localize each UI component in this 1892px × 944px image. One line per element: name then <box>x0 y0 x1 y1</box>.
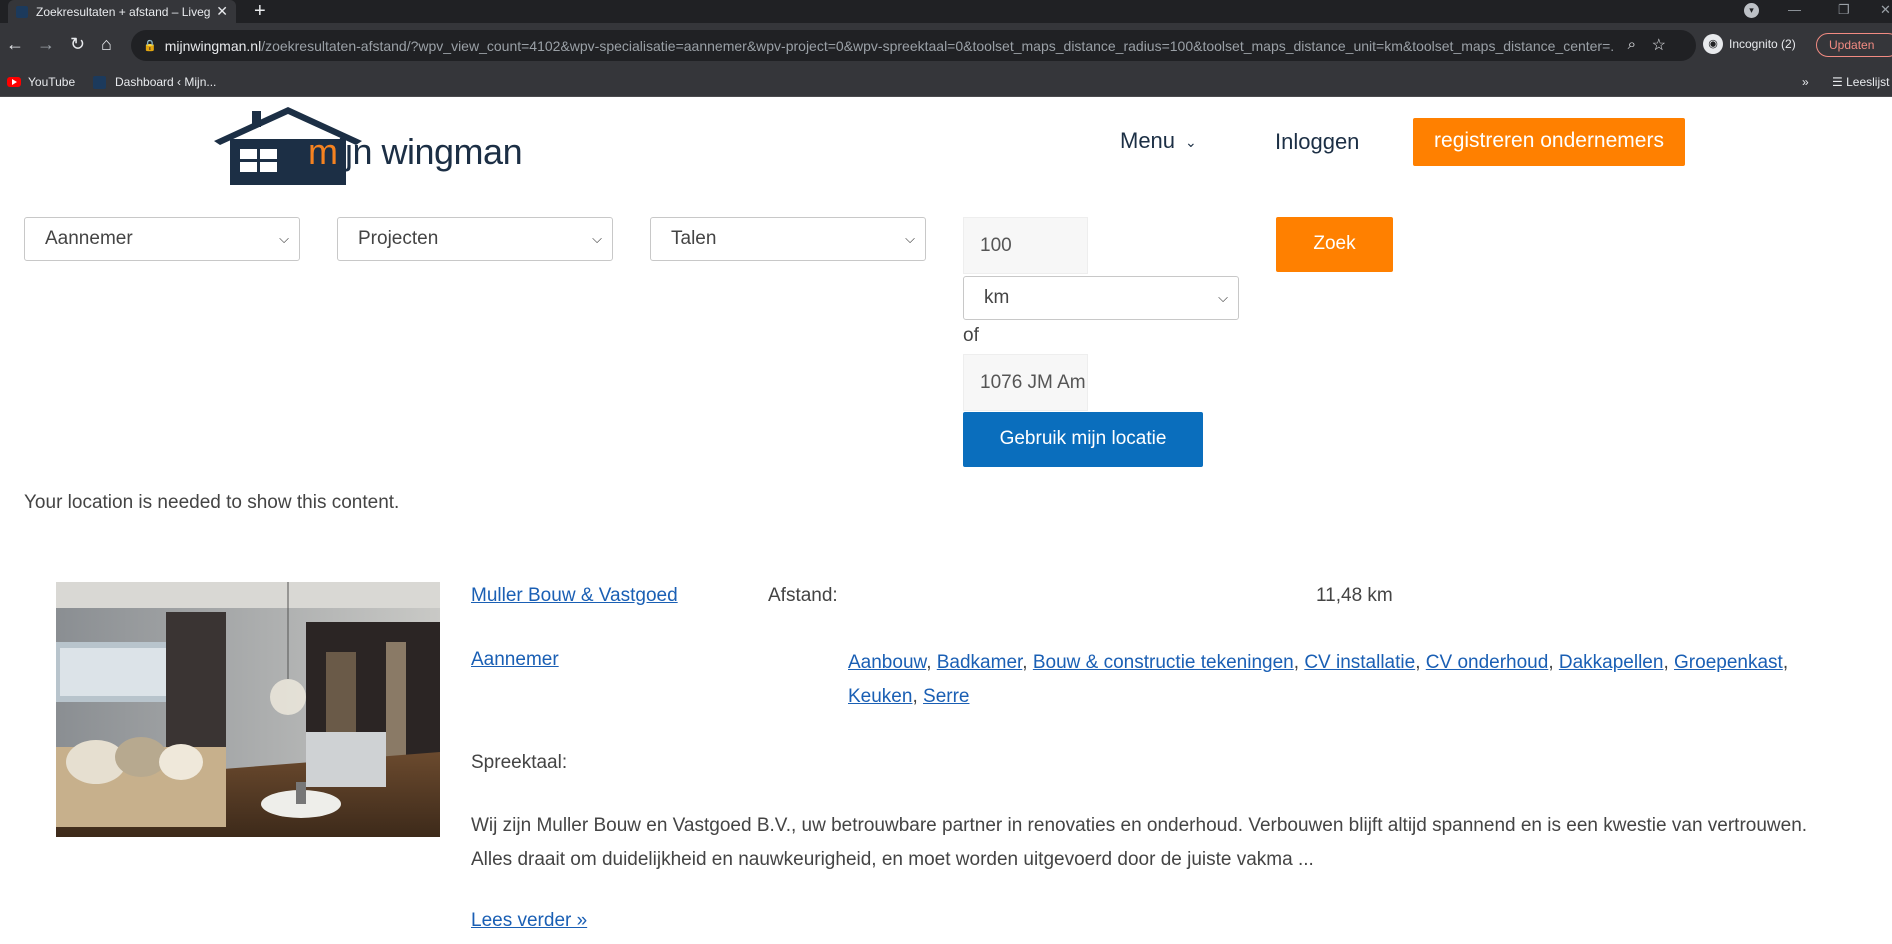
back-icon[interactable]: ← <box>6 34 24 54</box>
lock-icon: 🔒 <box>143 40 157 52</box>
tag-separator: , <box>1663 652 1675 673</box>
projecten-select[interactable]: Projecten ⌵ <box>337 217 613 261</box>
minimize-icon[interactable]: — <box>1788 0 1801 23</box>
home-icon[interactable]: ⌂ <box>101 34 112 54</box>
tag-separator: , <box>1782 652 1789 673</box>
talen-select[interactable]: Talen ⌵ <box>650 217 926 261</box>
chevron-down-icon: ⌵ <box>592 231 602 246</box>
read-more-link[interactable]: Lees verder » <box>471 910 587 932</box>
interior-photo-icon <box>56 582 440 837</box>
browser-toolbar: ← → ↻ ⌂ 🔒 mijnwingman.nl/zoekresultaten-… <box>0 23 1892 68</box>
address-bar[interactable]: 🔒 mijnwingman.nl/zoekresultaten-afstand/… <box>131 30 1696 61</box>
location-input[interactable]: 1076 JM Am <box>963 354 1088 411</box>
new-tab-button[interactable]: + <box>254 0 266 23</box>
youtube-icon <box>7 77 21 87</box>
page-content: mijn wingman Menu ⌄ Inloggen registreren… <box>0 97 1892 944</box>
restore-icon[interactable]: ❐ <box>1838 0 1850 23</box>
bookmark-youtube[interactable]: YouTube <box>7 75 75 89</box>
tab-title: Zoekresultaten + afstand – Liveg <box>36 4 211 19</box>
login-link[interactable]: Inloggen <box>1275 129 1359 155</box>
tag-link[interactable]: CV installatie <box>1304 652 1415 673</box>
tag-separator: , <box>1022 652 1033 673</box>
update-button[interactable]: Updaten <box>1816 33 1892 57</box>
result-tags: Aanbouw, Badkamer, Bouw & constructie te… <box>848 646 1848 714</box>
tag-link[interactable]: Bouw & constructie tekeningen <box>1033 652 1294 673</box>
tag-separator: , <box>1293 652 1305 673</box>
bookmarks-bar: YouTube Dashboard ‹ Mijn... » ☰ Leeslijs… <box>0 68 1892 97</box>
tab-close-icon[interactable]: ✕ <box>216 3 228 20</box>
chevron-down-icon: ⌵ <box>1218 290 1228 305</box>
unit-select[interactable]: km ⌵ <box>963 276 1239 320</box>
incognito-label: Incognito (2) <box>1729 37 1796 51</box>
incognito-icon: ◉ <box>1703 34 1723 54</box>
bookmark-dashboard[interactable]: Dashboard ‹ Mijn... <box>93 75 216 89</box>
result-category-link[interactable]: Aannemer <box>471 649 559 671</box>
result-company-link[interactable]: Muller Bouw & Vastgoed <box>471 585 678 607</box>
chevron-down-icon: ⌵ <box>279 231 289 246</box>
zoom-icon[interactable]: ⌕ <box>1628 36 1636 53</box>
browser-tab[interactable]: Zoekresultaten + afstand – Liveg ✕ <box>8 0 236 23</box>
use-location-button[interactable]: Gebruik mijn locatie <box>963 412 1203 467</box>
register-button[interactable]: registreren ondernemers <box>1413 118 1685 166</box>
result-description: Wij zijn Muller Bouw en Vastgoed B.V., u… <box>471 815 1808 870</box>
bookmark-star-icon[interactable]: ☆ <box>1652 35 1666 55</box>
tag-separator: , <box>926 652 937 673</box>
tag-separator: , <box>1548 652 1559 673</box>
tag-link[interactable]: Groepenkast <box>1674 652 1783 673</box>
tag-link[interactable]: Badkamer <box>937 652 1023 673</box>
chevron-down-icon: ⌄ <box>1185 134 1197 150</box>
tag-link[interactable]: Aanbouw <box>848 652 926 673</box>
result-photo[interactable] <box>56 582 440 837</box>
chevron-down-icon: ⌵ <box>905 231 915 246</box>
tag-link[interactable]: Keuken <box>848 686 912 707</box>
logo-text[interactable]: mijn wingman <box>308 131 523 173</box>
forward-icon[interactable]: → <box>37 34 55 54</box>
dashboard-favicon-icon <box>93 75 106 89</box>
tab-search-icon[interactable]: ▾ <box>1744 3 1759 18</box>
reading-list-button[interactable]: ☰ Leeslijst <box>1832 75 1889 89</box>
language-label: Spreektaal: <box>471 752 568 773</box>
radius-input[interactable]: 100 <box>963 217 1088 274</box>
window-close-icon[interactable]: ✕ <box>1880 0 1891 23</box>
tag-separator: , <box>1415 652 1426 673</box>
distance-value: 11,48 km <box>1316 585 1393 606</box>
tag-link[interactable]: Dakkapellen <box>1559 652 1664 673</box>
reload-icon[interactable]: ↻ <box>70 34 85 54</box>
distance-label: Afstand: <box>768 585 838 606</box>
or-label: of <box>963 325 979 346</box>
incognito-indicator[interactable]: ◉ Incognito (2) <box>1703 34 1796 54</box>
specialisatie-select[interactable]: Aannemer ⌵ <box>24 217 300 261</box>
menu-dropdown[interactable]: Menu ⌄ <box>1120 128 1197 154</box>
search-button[interactable]: Zoek <box>1276 217 1393 272</box>
browser-tab-bar: Zoekresultaten + afstand – Liveg ✕ + ▾ —… <box>0 0 1892 23</box>
url-text[interactable]: mijnwingman.nl/zoekresultaten-afstand/?w… <box>165 38 1615 54</box>
tag-link[interactable]: CV onderhoud <box>1426 652 1549 673</box>
more-bookmarks-icon[interactable]: » <box>1802 75 1809 89</box>
site-favicon-icon <box>16 5 28 18</box>
location-notice: Your location is needed to show this con… <box>24 492 400 513</box>
tag-link[interactable]: Serre <box>923 686 969 707</box>
tag-separator: , <box>912 686 924 707</box>
